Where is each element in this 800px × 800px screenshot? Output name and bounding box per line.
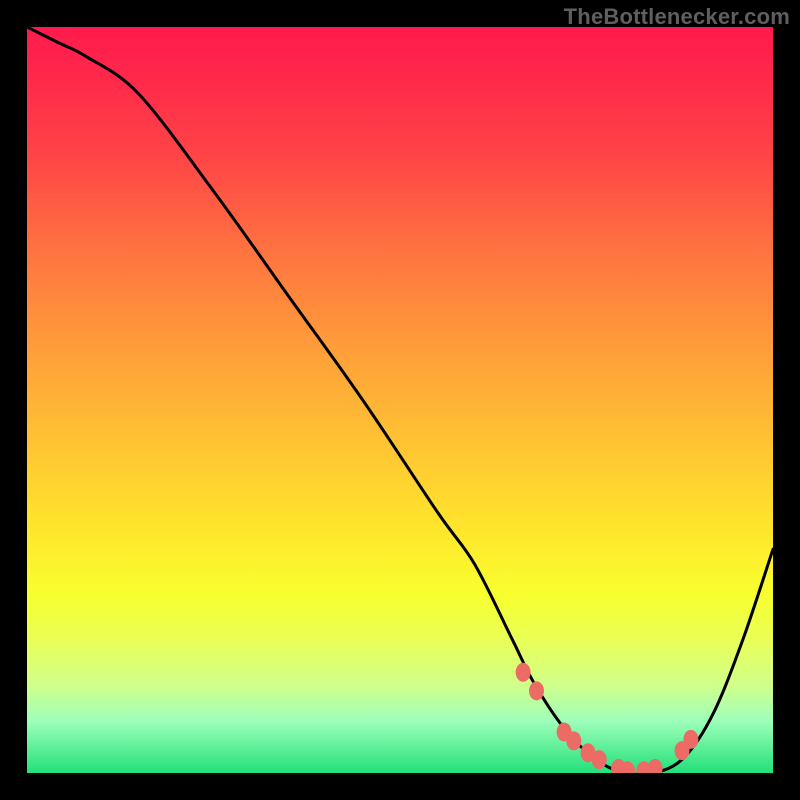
optimal-dot [529,681,544,700]
optimal-dot [683,730,698,749]
optimal-range-dots [516,663,699,773]
chart-frame: TheBottlenecker.com [0,0,800,800]
optimal-dot [566,731,581,750]
watermark-text: TheBottlenecker.com [564,4,790,30]
chart-plot-area [27,27,773,773]
optimal-dot [592,750,607,769]
optimal-dot [516,663,531,682]
optimal-dot [648,759,663,773]
chart-svg [27,27,773,773]
bottleneck-curve-line [27,27,773,773]
